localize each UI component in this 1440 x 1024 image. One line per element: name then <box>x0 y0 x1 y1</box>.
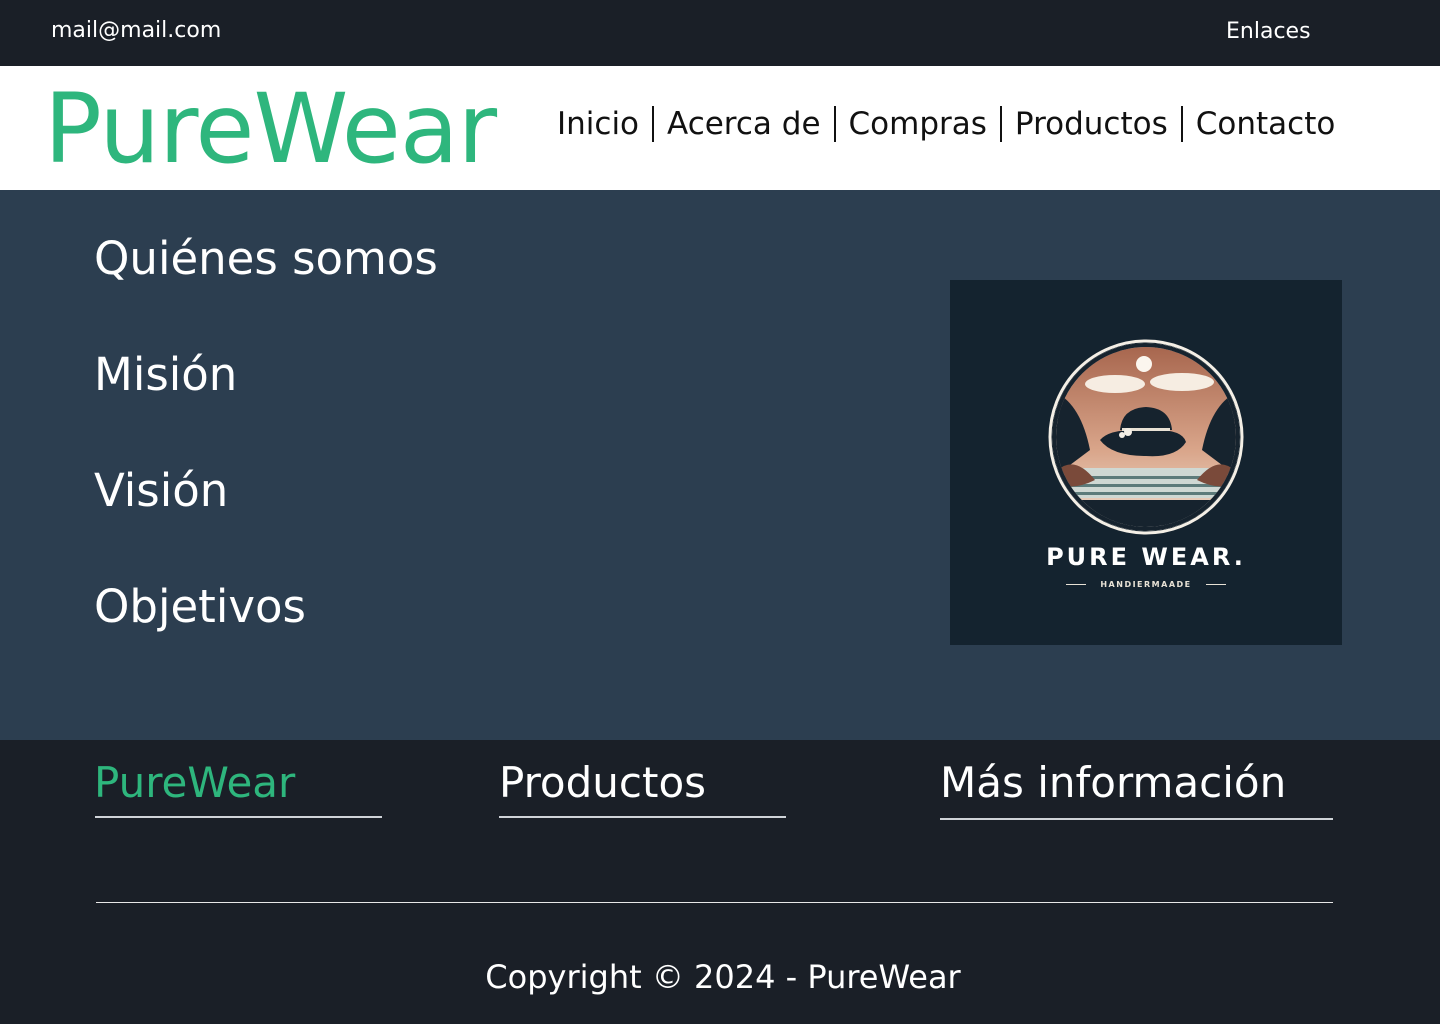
footer-brand[interactable]: PureWear <box>94 758 295 807</box>
nav-item-compras[interactable]: Compras <box>849 106 987 142</box>
nav-item-contacto[interactable]: Contacto <box>1196 106 1336 142</box>
section-link-vision[interactable]: Visión <box>94 464 228 517</box>
nav-separator <box>999 106 1002 142</box>
footer-underline <box>95 816 382 818</box>
nav-separator <box>652 106 655 142</box>
section-link-objetivos[interactable]: Objetivos <box>94 580 306 633</box>
nav-separator <box>1180 106 1183 142</box>
section-link-quienes-somos[interactable]: Quiénes somos <box>94 232 438 285</box>
nav-item-acerca-de[interactable]: Acerca de <box>667 106 821 142</box>
main-nav: Inicio Acerca de Compras Productos Conta… <box>557 106 1335 142</box>
nav-item-productos[interactable]: Productos <box>1015 106 1168 142</box>
top-bar: mail@mail.com Enlaces <box>0 0 1440 66</box>
links-menu[interactable]: Enlaces <box>1226 19 1311 44</box>
footer-mas-informacion[interactable]: Más información <box>940 758 1286 807</box>
beach-hat-emblem-icon <box>1048 339 1244 535</box>
section-link-mision[interactable]: Misión <box>94 348 237 401</box>
brand-logo-image: PURE WEAR. HANDIERMAADE <box>950 280 1342 645</box>
site-header: PureWear Inicio Acerca de Compras Produc… <box>0 66 1440 190</box>
footer-underline <box>499 816 786 818</box>
nav-separator <box>833 106 836 142</box>
brand-logo-text[interactable]: PureWear <box>44 74 497 184</box>
logo-title: PURE WEAR. <box>1046 543 1246 571</box>
about-section: Quiénes somos Misión Visión Objetivos PU… <box>0 190 1440 740</box>
footer-productos[interactable]: Productos <box>499 758 706 807</box>
footer-divider <box>96 902 1333 903</box>
copyright-text: Copyright © 2024 - PureWear <box>485 958 961 996</box>
logo-subtitle: HANDIERMAADE <box>950 580 1342 589</box>
contact-email[interactable]: mail@mail.com <box>51 18 221 43</box>
site-footer: PureWear Productos Más información Copyr… <box>0 740 1440 1024</box>
nav-item-inicio[interactable]: Inicio <box>557 106 639 142</box>
footer-underline <box>940 818 1333 820</box>
